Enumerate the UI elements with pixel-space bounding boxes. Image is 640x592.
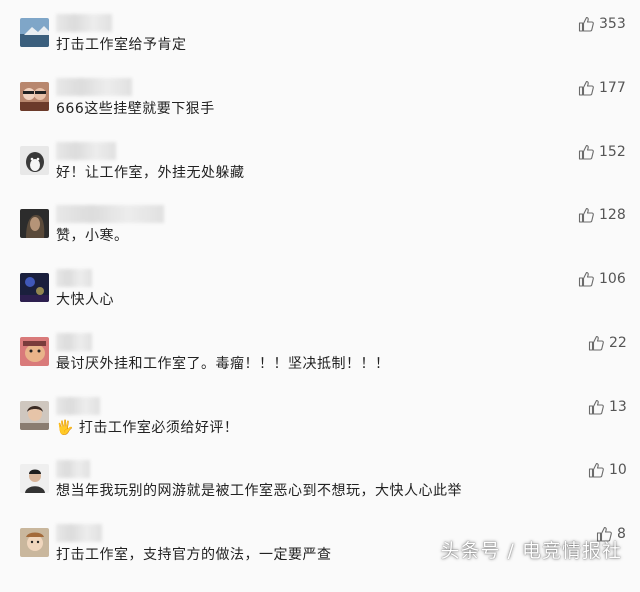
like-button[interactable]: 22 <box>588 335 627 351</box>
thumbs-up-icon <box>578 207 594 223</box>
username-blurred[interactable] <box>56 269 92 287</box>
avatar[interactable] <box>20 82 49 111</box>
avatar[interactable] <box>20 273 49 302</box>
avatar[interactable] <box>20 146 49 175</box>
username-blurred[interactable] <box>56 524 102 542</box>
like-count: 10 <box>609 462 627 478</box>
comment-text: 大快人心 <box>56 292 114 308</box>
avatar[interactable] <box>20 18 49 47</box>
comment-item: 最讨厌外挂和工作室了。毒瘤！！！坚决抵制！！！ 22 <box>0 333 640 401</box>
comment-text: 赞，小寒。 <box>56 228 129 244</box>
like-button[interactable]: 152 <box>578 144 626 160</box>
thumbs-up-icon <box>578 271 594 287</box>
thumbs-up-icon <box>588 399 604 415</box>
comment-item: 大快人心 106 <box>0 269 640 337</box>
like-count: 22 <box>609 335 627 351</box>
like-button[interactable]: 177 <box>578 80 626 96</box>
comment-item: 666这些挂壁就要下狠手 177 <box>0 78 640 146</box>
thumbs-up-icon <box>578 144 594 160</box>
like-count: 353 <box>599 16 626 32</box>
avatar[interactable] <box>20 401 49 430</box>
username-blurred[interactable] <box>56 397 100 415</box>
username-blurred[interactable] <box>56 78 132 96</box>
comment-text: 666这些挂壁就要下狠手 <box>56 101 215 117</box>
like-button[interactable]: 106 <box>578 271 626 287</box>
username-blurred[interactable] <box>56 460 90 478</box>
comment-item: 好！让工作室，外挂无处躲藏 152 <box>0 142 640 210</box>
like-button[interactable]: 353 <box>578 16 626 32</box>
like-count: 13 <box>609 399 627 415</box>
comment-text: 想当年我玩别的网游就是被工作室恶心到不想玩，大快人心此举 <box>56 483 462 499</box>
like-button[interactable]: 13 <box>588 399 627 415</box>
thumbs-up-icon <box>588 335 604 351</box>
comment-text: 好！让工作室，外挂无处躲藏 <box>56 165 245 181</box>
like-count: 128 <box>599 207 626 223</box>
comment-item: 赞，小寒。 128 <box>0 205 640 273</box>
comment-item: 打击工作室给予肯定 353 <box>0 14 640 82</box>
comment-text: 打击工作室给予肯定 <box>56 37 187 53</box>
avatar[interactable] <box>20 337 49 366</box>
like-button[interactable]: 128 <box>578 207 626 223</box>
like-count: 177 <box>599 80 626 96</box>
avatar[interactable] <box>20 209 49 238</box>
username-blurred[interactable] <box>56 14 112 32</box>
avatar[interactable] <box>20 528 49 557</box>
thumbs-up-icon <box>578 80 594 96</box>
like-button[interactable]: 10 <box>588 462 627 478</box>
comment-text: 🖐 打击工作室必须给好评！ <box>56 420 239 436</box>
comment-item: 想当年我玩别的网游就是被工作室恶心到不想玩，大快人心此举 10 <box>0 460 640 528</box>
thumbs-up-icon <box>578 16 594 32</box>
comment-text: 最讨厌外挂和工作室了。毒瘤！！！坚决抵制！！！ <box>56 356 390 372</box>
watermark: 头条号 / 电竞情报社 <box>440 540 622 562</box>
username-blurred[interactable] <box>56 333 92 351</box>
comment-item: 🖐 打击工作室必须给好评！ 13 <box>0 397 640 465</box>
like-count: 152 <box>599 144 626 160</box>
username-blurred[interactable] <box>56 205 164 223</box>
thumbs-up-icon <box>588 462 604 478</box>
like-count: 106 <box>599 271 626 287</box>
username-blurred[interactable] <box>56 142 116 160</box>
avatar[interactable] <box>20 464 49 493</box>
comment-text: 打击工作室，支持官方的做法，一定要严查 <box>56 547 332 563</box>
